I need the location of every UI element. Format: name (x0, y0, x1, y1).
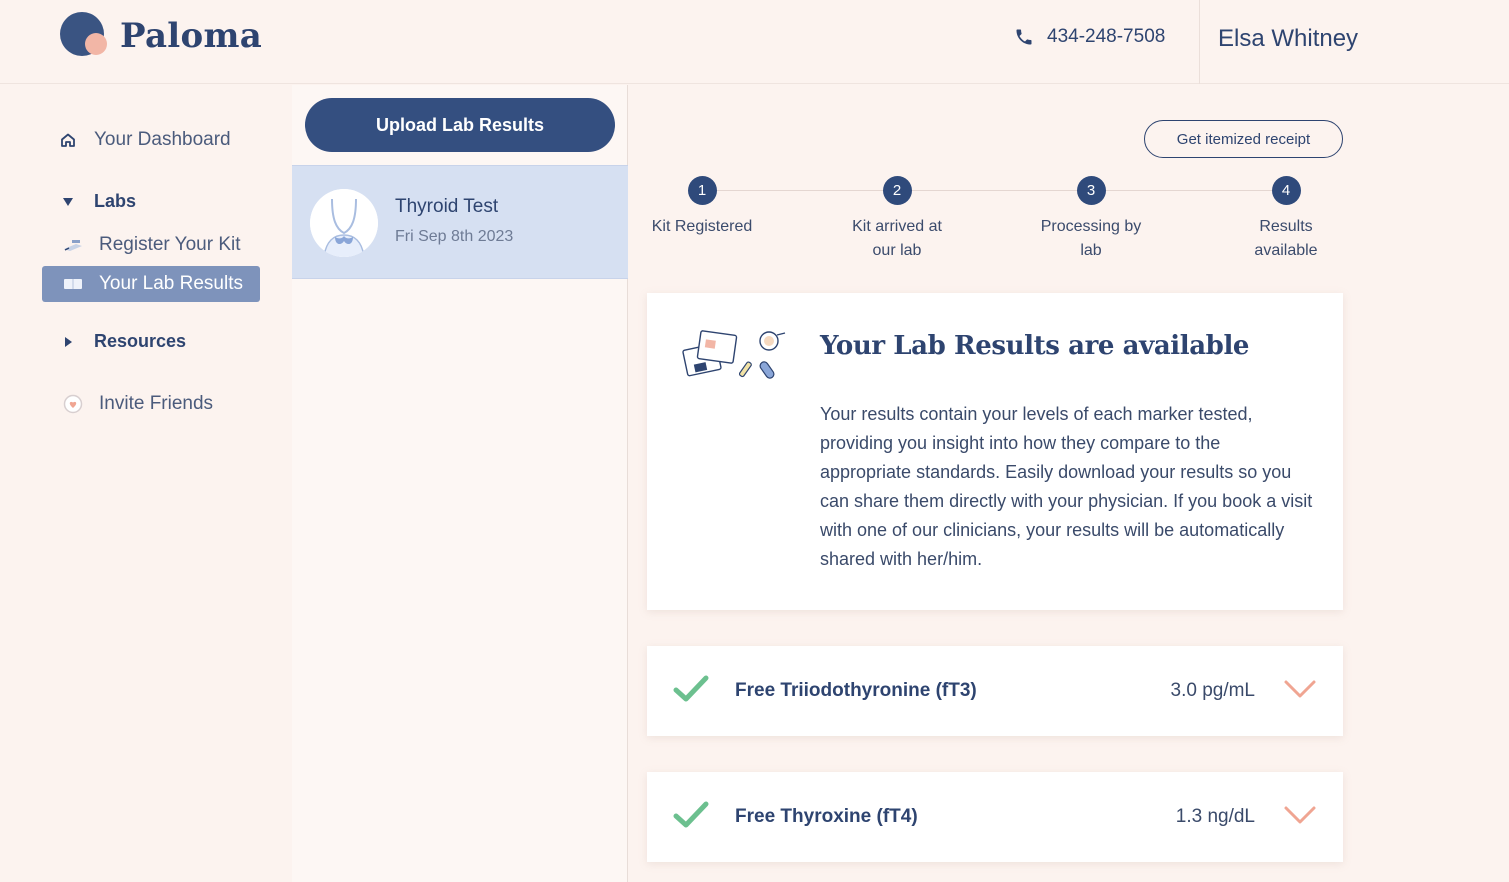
step-number: 3 (1076, 176, 1106, 205)
thyroid-avatar-icon (310, 189, 378, 257)
step-processing: 3 Processing by lab (1011, 176, 1171, 263)
triangle-down-icon (56, 197, 80, 207)
marker-row-ft4[interactable]: Free Thyroxine (fT4) 1.3 ng/dL (647, 772, 1343, 862)
step-label: Results available (1254, 218, 1318, 259)
marker-name: Free Triiodothyronine (fT3) (735, 680, 977, 701)
upload-lab-results-button[interactable]: Upload Lab Results (305, 98, 615, 152)
check-icon (673, 801, 709, 828)
step-number: 4 (1271, 176, 1301, 205)
results-available-card: Your Lab Results are available Your resu… (647, 293, 1343, 610)
step-kit-registered: 1 Kit Registered (622, 176, 782, 239)
home-icon (56, 132, 80, 148)
phone-icon (1016, 29, 1032, 45)
marker-value: 1.3 ng/dL (1175, 806, 1255, 827)
chevron-down-icon[interactable] (1283, 678, 1317, 700)
test-date: Fri Sep 8th 2023 (395, 228, 514, 245)
sidebar-item-label: Resources (94, 331, 187, 351)
results-available-description: Your results contain your levels of each… (820, 404, 1313, 569)
step-results-available: 4 Results available (1206, 176, 1366, 263)
results-available-title: Your Lab Results are available (820, 331, 1250, 361)
kit-icon (61, 238, 85, 252)
top-header: Paloma 434-248-7508 Elsa Whitney (0, 0, 1509, 84)
heart-badge-icon (61, 394, 85, 414)
step-label: Kit arrived at our lab (852, 218, 942, 259)
step-number: 2 (882, 176, 912, 205)
sidebar-group-labs[interactable]: Labs (56, 191, 136, 212)
progress-line (716, 190, 1272, 191)
step-kit-arrived: 2 Kit arrived at our lab (817, 176, 977, 263)
step-label: Kit Registered (651, 218, 753, 235)
chevron-down-icon[interactable] (1283, 804, 1317, 826)
logo-mark-icon (60, 12, 108, 60)
sidebar-item-label: Register Your Kit (99, 234, 241, 255)
brand-name: Paloma (120, 16, 263, 56)
itemized-receipt-button[interactable]: Get itemized receipt (1144, 120, 1343, 158)
brand-logo[interactable]: Paloma (60, 12, 262, 60)
triangle-right-icon (56, 336, 80, 348)
test-title: Thyroid Test (395, 196, 499, 217)
tests-list-panel: Upload Lab Results Thyroid Test Fri Sep … (292, 85, 628, 882)
sidebar-item-label: Your Lab Results (99, 273, 244, 294)
sidebar-item-invite-friends[interactable]: Invite Friends (61, 393, 213, 415)
marker-row-ft3[interactable]: Free Triiodothyronine (fT3) 3.0 pg/mL (647, 646, 1343, 736)
sidebar-item-register-kit[interactable]: Register Your Kit (61, 234, 241, 256)
marker-value: 3.0 pg/mL (1170, 680, 1256, 701)
phone-link[interactable]: 434-248-7508 (1014, 26, 1165, 48)
sidebar-nav: Your Dashboard Labs Register Your Kit Yo… (0, 85, 292, 882)
phone-number: 434-248-7508 (1047, 26, 1166, 47)
header-divider (1199, 0, 1200, 84)
sidebar-item-lab-results[interactable]: Your Lab Results (61, 273, 243, 295)
test-card-thyroid[interactable]: Thyroid Test Fri Sep 8th 2023 (292, 165, 628, 279)
step-number: 1 (687, 176, 717, 205)
user-menu[interactable]: Elsa Whitney (1218, 25, 1358, 53)
sidebar-item-dashboard[interactable]: Your Dashboard (56, 129, 231, 151)
marker-name: Free Thyroxine (fT4) (735, 806, 918, 827)
lab-kit-illustration-icon (682, 330, 786, 379)
step-label: Processing by lab (1040, 218, 1142, 259)
sidebar-item-label: Your Dashboard (94, 129, 231, 150)
check-icon (673, 675, 709, 702)
sidebar-item-label: Invite Friends (99, 393, 214, 414)
book-icon (61, 277, 85, 291)
sidebar-item-label: Labs (94, 191, 137, 211)
sidebar-group-resources[interactable]: Resources (56, 331, 186, 352)
